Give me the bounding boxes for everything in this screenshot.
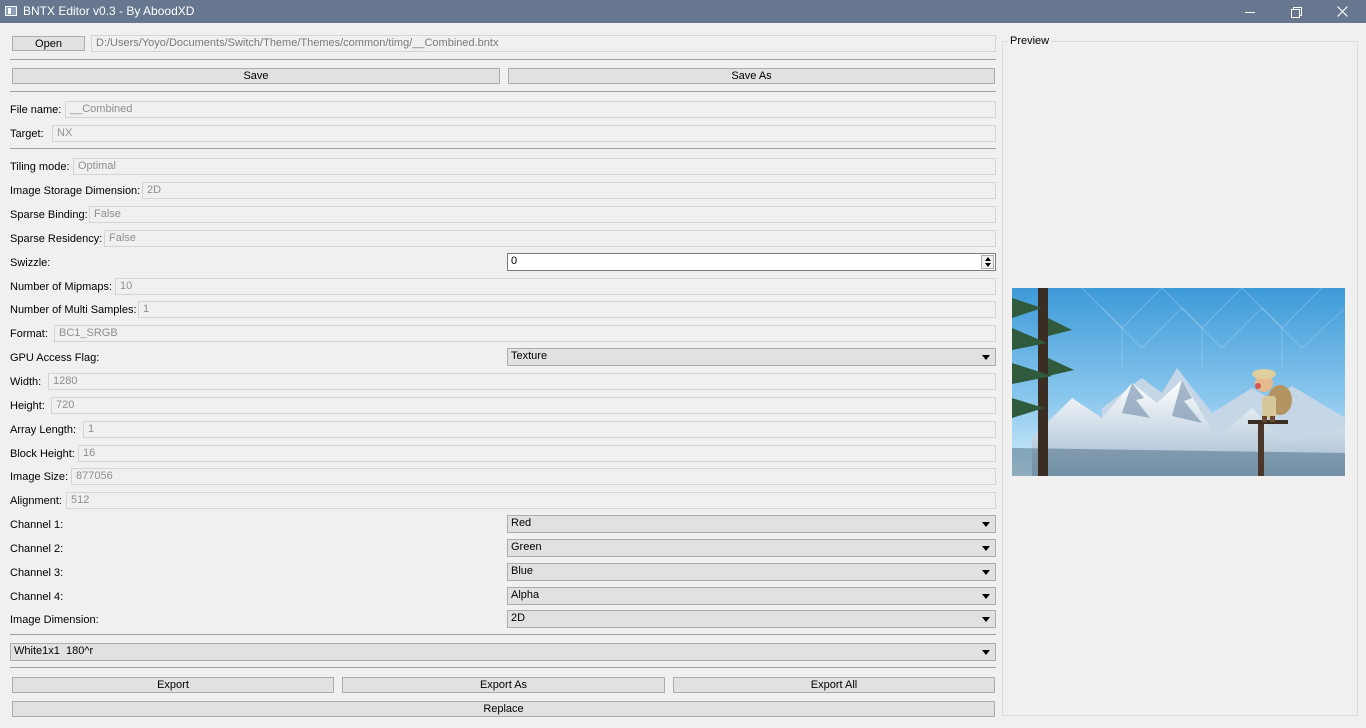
image-storage-dimension-field[interactable]: 2D — [142, 182, 996, 199]
channel-1-label: Channel 1: — [10, 519, 64, 531]
chevron-down-icon — [982, 355, 990, 360]
swizzle-label: Swizzle: — [10, 257, 51, 269]
maximize-button[interactable] — [1273, 0, 1319, 23]
chevron-down-icon — [982, 546, 990, 551]
target-label: Target: — [10, 128, 44, 140]
sparse-residency-field[interactable]: False — [104, 230, 996, 247]
height-label: Height: — [10, 400, 45, 412]
image-size-label: Image Size: — [10, 471, 69, 483]
alignment-label: Alignment: — [10, 495, 62, 507]
channel-4-value: Alpha — [511, 589, 540, 601]
image-dimension-select[interactable]: 2D — [507, 610, 996, 628]
preview-picture — [1012, 288, 1345, 476]
image-storage-dimension-label: Image Storage Dimension: — [10, 185, 141, 197]
height-field[interactable]: 720 — [51, 397, 996, 414]
gpu-access-flag-value: Texture — [511, 350, 548, 362]
image-dimension-value: 2D — [511, 612, 526, 624]
close-button[interactable] — [1319, 0, 1365, 23]
save-as-button[interactable]: Save As — [508, 68, 995, 84]
sparse-binding-field[interactable]: False — [89, 206, 996, 223]
divider — [10, 59, 996, 60]
gpu-access-flag-select[interactable]: Texture — [507, 348, 996, 366]
file-name-field[interactable]: __Combined — [65, 101, 996, 118]
preview-image — [1012, 288, 1345, 476]
minimize-button[interactable] — [1227, 0, 1273, 23]
export-button[interactable]: Export — [12, 677, 334, 693]
file-name-label: File name: — [10, 104, 62, 116]
sparse-residency-label: Sparse Residency: — [10, 233, 103, 245]
tiling-mode-label: Tiling mode: — [10, 161, 70, 173]
image-size-field[interactable]: 877056 — [71, 468, 996, 485]
swizzle-value: 0 — [511, 255, 518, 267]
channel-3-label: Channel 3: — [10, 567, 64, 579]
chevron-down-icon — [982, 570, 990, 575]
channel-1-select[interactable]: Red — [507, 515, 996, 533]
spin-down-icon[interactable] — [985, 263, 991, 267]
channel-2-select[interactable]: Green — [507, 539, 996, 557]
multi-samples-label: Number of Multi Samples: — [10, 304, 137, 316]
channel-3-value: Blue — [511, 565, 534, 577]
app-icon — [5, 6, 17, 16]
tiling-mode-field[interactable]: Optimal — [73, 158, 996, 175]
multi-samples-field[interactable]: 1 — [138, 301, 996, 318]
block-height-label: Block Height: — [10, 448, 75, 460]
block-height-field[interactable]: 16 — [78, 445, 996, 462]
texture-select-value: White1x1 180^r — [14, 645, 94, 657]
divider — [10, 634, 996, 635]
divider — [10, 667, 996, 668]
file-path-field[interactable]: D:/Users/Yoyo/Documents/Switch/Theme/The… — [91, 35, 996, 52]
replace-button[interactable]: Replace — [12, 701, 995, 717]
channel-2-value: Green — [511, 541, 542, 553]
title-bar: BNTX Editor v0.3 - By AboodXD — [0, 0, 1366, 23]
image-dimension-label: Image Dimension: — [10, 614, 99, 626]
mipmaps-label: Number of Mipmaps: — [10, 281, 113, 293]
maximize-icon — [1291, 7, 1302, 18]
channel-4-select[interactable]: Alpha — [507, 587, 996, 605]
swizzle-spinbox[interactable]: 0 — [507, 253, 996, 271]
target-field[interactable]: NX — [52, 125, 996, 142]
save-button[interactable]: Save — [12, 68, 500, 84]
chevron-down-icon — [982, 522, 990, 527]
width-label: Width: — [10, 376, 42, 388]
chevron-down-icon — [982, 650, 990, 655]
export-all-button[interactable]: Export All — [673, 677, 995, 693]
open-button[interactable]: Open — [12, 36, 85, 51]
alignment-field[interactable]: 512 — [66, 492, 996, 509]
sparse-binding-label: Sparse Binding: — [10, 209, 88, 221]
swizzle-stepper[interactable] — [981, 255, 994, 269]
chevron-down-icon — [982, 617, 990, 622]
format-label: Format: — [10, 328, 48, 340]
width-field[interactable]: 1280 — [48, 373, 996, 390]
channel-3-select[interactable]: Blue — [507, 563, 996, 581]
window-title: BNTX Editor v0.3 - By AboodXD — [23, 4, 195, 18]
channel-2-label: Channel 2: — [10, 543, 64, 555]
divider — [10, 91, 996, 92]
array-length-label: Array Length: — [10, 424, 77, 436]
preview-title: Preview — [1008, 35, 1052, 47]
channel-1-value: Red — [511, 517, 532, 529]
chevron-down-icon — [982, 594, 990, 599]
export-as-button[interactable]: Export As — [342, 677, 665, 693]
close-icon — [1336, 6, 1348, 17]
gpu-access-flag-label: GPU Access Flag: — [10, 352, 100, 364]
format-field[interactable]: BC1_SRGB — [54, 325, 996, 342]
channel-4-label: Channel 4: — [10, 591, 64, 603]
minimize-icon — [1245, 11, 1255, 13]
spin-up-icon[interactable] — [985, 257, 991, 261]
array-length-field[interactable]: 1 — [83, 421, 996, 438]
texture-select[interactable]: White1x1 180^r — [10, 643, 996, 661]
mipmaps-field[interactable]: 10 — [115, 278, 996, 295]
divider — [10, 148, 996, 149]
